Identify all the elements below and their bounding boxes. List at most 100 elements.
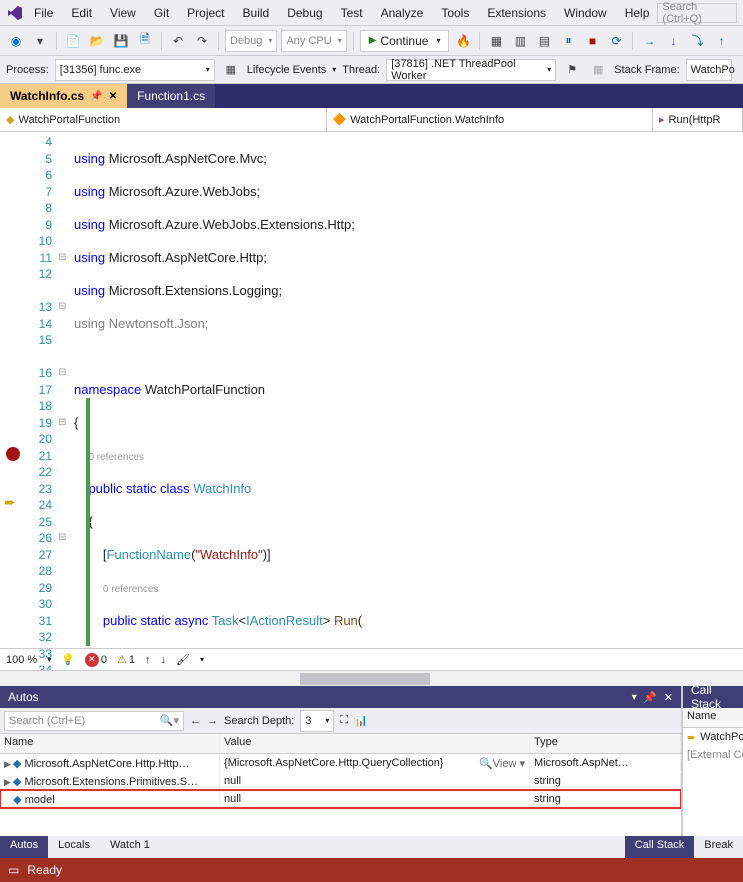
new-item-icon[interactable]: 📄: [63, 31, 83, 51]
menu-edit[interactable]: Edit: [63, 3, 100, 23]
menu-window[interactable]: Window: [556, 3, 615, 23]
hot-reload-icon[interactable]: 🔥: [453, 31, 473, 51]
thread-label: Thread:: [342, 64, 380, 76]
save-icon[interactable]: 💾: [111, 31, 131, 51]
tb-icon-1[interactable]: ▦: [486, 31, 506, 51]
pause-icon[interactable]: ⏸: [558, 31, 578, 51]
glyph-margin[interactable]: ➨: [0, 132, 28, 648]
restart-icon[interactable]: ⟳: [606, 31, 626, 51]
lightbulb-icon[interactable]: 💡: [61, 653, 75, 666]
menu-test[interactable]: Test: [333, 3, 371, 23]
thread-select[interactable]: [37816] .NET ThreadPool Worker▾: [386, 59, 556, 81]
editor-scrollbar-h[interactable]: [0, 670, 743, 686]
pin-icon[interactable]: 📌: [90, 91, 102, 102]
code-text: Microsoft.AspNetCore.Http;: [109, 250, 267, 265]
autos-title-bar[interactable]: Autos ▾ 📌 ✕: [0, 686, 681, 708]
menu-debug[interactable]: Debug: [279, 3, 330, 23]
lifecycle-label[interactable]: Lifecycle Events: [247, 64, 326, 76]
autos-row[interactable]: ▶◆ Microsoft.Extensions.Primitives.S… nu…: [0, 772, 681, 790]
tab-label: Function1.cs: [137, 89, 205, 103]
brush-icon[interactable]: 🖌: [176, 653, 190, 666]
code-text: Microsoft.AspNetCore.Mvc;: [109, 151, 267, 166]
menu-analyze[interactable]: Analyze: [373, 3, 432, 23]
cs-row[interactable]: [External Code: [683, 746, 743, 764]
filter-icon[interactable]: ⛶: [340, 714, 348, 727]
code-text: WatchInfo: [193, 481, 251, 496]
depth-select[interactable]: 3▾: [300, 710, 334, 732]
platform-select[interactable]: Any CPU▾: [281, 30, 346, 52]
nav-project[interactable]: ◆WatchPortalFunction: [0, 108, 327, 131]
nav-down-icon[interactable]: ↓: [161, 654, 167, 666]
menu-project[interactable]: Project: [179, 3, 232, 23]
stop-icon[interactable]: ■: [582, 31, 602, 51]
tab-callstack[interactable]: Call Stack: [625, 836, 695, 858]
save-all-icon[interactable]: 🗎: [135, 31, 155, 51]
codelens[interactable]: 0 references: [88, 452, 144, 463]
tab-breakpoints[interactable]: Break: [694, 836, 743, 858]
output-icon[interactable]: ▭: [8, 863, 19, 877]
codelens[interactable]: 0 references: [103, 584, 159, 595]
code-editor[interactable]: ➨ 45678910111213141516171819202122232425…: [0, 132, 743, 648]
nav-up-icon[interactable]: ↑: [145, 654, 151, 666]
autos-panel: Autos ▾ 📌 ✕ Search (Ctrl+E)🔍▾ ← → Search…: [0, 686, 683, 836]
close-icon[interactable]: ✕: [664, 691, 673, 704]
col-name[interactable]: Name: [0, 734, 220, 753]
expr-icon[interactable]: 📊: [354, 714, 368, 727]
chevron-down-icon[interactable]: ▾: [632, 692, 637, 703]
global-search-input[interactable]: Search (Ctrl+Q): [657, 3, 737, 23]
menu-help[interactable]: Help: [617, 3, 658, 23]
tb-icon-3[interactable]: ▤: [534, 31, 554, 51]
lifecycle-icon[interactable]: ▦: [221, 60, 241, 80]
autos-title: Autos: [8, 690, 39, 704]
nav-fwd-icon[interactable]: →: [207, 715, 218, 727]
tb-icon-2[interactable]: ▥: [510, 31, 530, 51]
tab-watch1[interactable]: Watch 1: [100, 836, 160, 858]
autos-search-input[interactable]: Search (Ctrl+E)🔍▾: [4, 711, 184, 731]
redo-icon[interactable]: ↷: [192, 31, 212, 51]
continue-button[interactable]: ▶Continue▾: [360, 30, 450, 52]
vs-logo-icon: [6, 4, 24, 22]
flag-icon[interactable]: ⚑: [562, 60, 582, 80]
nav-member[interactable]: ▸Run(HttpR: [653, 108, 743, 131]
step-over-icon[interactable]: ⤵: [687, 31, 707, 51]
warning-count[interactable]: ⚠1: [117, 653, 135, 666]
menu-file[interactable]: File: [26, 3, 61, 23]
pin-icon[interactable]: 📌: [643, 691, 657, 704]
tab-function1[interactable]: Function1.cs: [127, 84, 215, 108]
autos-row-highlighted[interactable]: ◆ model null string: [0, 790, 681, 808]
step-out-icon[interactable]: ↑: [711, 31, 731, 51]
frame-select[interactable]: WatchPo: [686, 59, 732, 81]
undo-icon[interactable]: ↶: [168, 31, 188, 51]
code-area[interactable]: using Microsoft.AspNetCore.Mvc; using Mi…: [74, 132, 743, 648]
menu-tools[interactable]: Tools: [433, 3, 477, 23]
autos-row[interactable]: ▶◆ Microsoft.AspNetCore.Http.Http… {Micr…: [0, 754, 681, 772]
nav-fwd-icon[interactable]: ▾: [30, 31, 50, 51]
menu-view[interactable]: View: [102, 3, 144, 23]
process-select[interactable]: [31356] func.exe▾: [55, 59, 215, 81]
nav-back-icon[interactable]: ◉: [6, 31, 26, 51]
col-type[interactable]: Type: [530, 734, 681, 753]
menu-extensions[interactable]: Extensions: [479, 3, 554, 23]
col-value[interactable]: Value: [220, 734, 530, 753]
close-icon[interactable]: ✕: [109, 91, 117, 102]
tab-watchinfo[interactable]: WatchInfo.cs 📌 ✕: [0, 84, 127, 108]
nav-class[interactable]: 🔶WatchPortalFunction.WatchInfo: [327, 108, 654, 131]
menu-git[interactable]: Git: [146, 3, 177, 23]
cs-col-name[interactable]: Name: [683, 708, 743, 728]
step-next-icon[interactable]: →: [639, 31, 659, 51]
cs-row[interactable]: ➨WatchPortalFu: [683, 728, 743, 746]
tab-locals[interactable]: Locals: [48, 836, 100, 858]
menu-build[interactable]: Build: [235, 3, 278, 23]
step-into-icon[interactable]: ↓: [663, 31, 683, 51]
tab-autos[interactable]: Autos: [0, 836, 48, 858]
nav-back-icon[interactable]: ←: [190, 715, 201, 727]
fold-column[interactable]: ⊟⊟⊟⊟⊟: [58, 132, 74, 648]
zoom-level[interactable]: 100 %: [6, 654, 37, 666]
error-count[interactable]: ✕0: [85, 653, 107, 667]
breakpoint-icon[interactable]: [6, 447, 20, 461]
open-icon[interactable]: 📂: [87, 31, 107, 51]
callstack-title-bar[interactable]: Call Stack: [683, 686, 743, 708]
threads-icon[interactable]: ▦: [588, 60, 608, 80]
config-select[interactable]: Debug▾: [225, 30, 277, 52]
autos-grid[interactable]: Name Value Type ▶◆ Microsoft.AspNetCore.…: [0, 734, 681, 836]
